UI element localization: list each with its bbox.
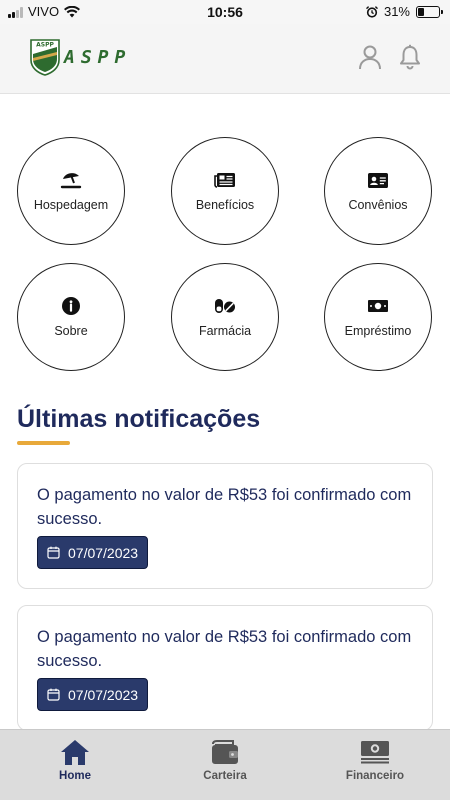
menu-item-label: Convênios	[348, 198, 408, 212]
bottom-nav: Home Carteira Financeiro	[0, 729, 450, 800]
menu-item-beneficios[interactable]: Benefícios	[171, 137, 279, 245]
wallet-icon	[212, 740, 238, 764]
title-underline	[17, 441, 70, 445]
nav-label: Carteira	[203, 770, 247, 782]
status-bar: VIVO 10:56 31%	[0, 0, 450, 24]
nav-label: Financeiro	[345, 770, 405, 782]
info-icon	[62, 297, 80, 315]
home-icon	[61, 740, 89, 765]
notification-date: 07/07/2023	[68, 544, 139, 561]
logo-text: ASPP	[64, 46, 132, 68]
notification-card[interactable]: O pagamento no valor de R$53 foi confirm…	[17, 605, 433, 731]
user-icon[interactable]	[358, 44, 382, 70]
menu-item-farmacia[interactable]: Farmácia	[171, 263, 279, 371]
money-bill-icon	[368, 300, 388, 312]
notification-message: O pagamento no valor de R$53 foi confirm…	[37, 486, 412, 528]
notification-message: O pagamento no valor de R$53 foi confirm…	[37, 628, 412, 670]
nav-label: Home	[59, 770, 91, 782]
status-right: 31%	[365, 4, 443, 19]
nav-financeiro[interactable]: Financeiro	[320, 738, 430, 782]
newspaper-icon	[214, 173, 235, 188]
logo[interactable]: ASPP ASPP	[30, 38, 131, 76]
menu-item-label: Sobre	[54, 324, 88, 338]
notification-date: 07/07/2023	[68, 686, 139, 703]
menu-item-convenios[interactable]: Convênios	[324, 137, 432, 245]
app-header: ASPP ASPP	[0, 24, 450, 94]
date-badge: 07/07/2023	[37, 678, 149, 711]
menu-item-emprestimo[interactable]: Empréstimo	[324, 263, 432, 371]
id-card-icon	[368, 173, 388, 188]
notification-card[interactable]: O pagamento no valor de R$53 foi confirm…	[17, 463, 433, 589]
menu-item-label: Empréstimo	[344, 324, 412, 338]
battery-percent: 31%	[383, 4, 410, 19]
nav-home[interactable]: Home	[20, 738, 130, 782]
menu-item-label: Farmácia	[198, 324, 252, 338]
logo-shield-icon: ASPP	[30, 39, 60, 76]
menu-item-hospedagem[interactable]: Hospedagem	[17, 137, 125, 245]
section-title: Últimas notificações	[17, 405, 261, 433]
menu-item-label: Hospedagem	[33, 198, 109, 212]
nav-carteira[interactable]: Carteira	[170, 738, 280, 782]
header-actions	[358, 44, 422, 70]
alarm-icon	[365, 5, 378, 18]
date-badge: 07/07/2023	[37, 536, 149, 569]
battery-icon	[416, 5, 443, 18]
bell-icon[interactable]	[398, 44, 422, 70]
calendar-icon	[47, 546, 60, 559]
beach-umbrella-icon	[60, 173, 82, 189]
menu-item-sobre[interactable]: Sobre	[17, 263, 125, 371]
svg-text:ASPP: ASPP	[36, 42, 54, 49]
calendar-icon	[47, 688, 60, 701]
menu-item-label: Benefícios	[195, 198, 255, 212]
pills-icon	[215, 299, 235, 313]
money-stack-icon	[361, 741, 389, 764]
